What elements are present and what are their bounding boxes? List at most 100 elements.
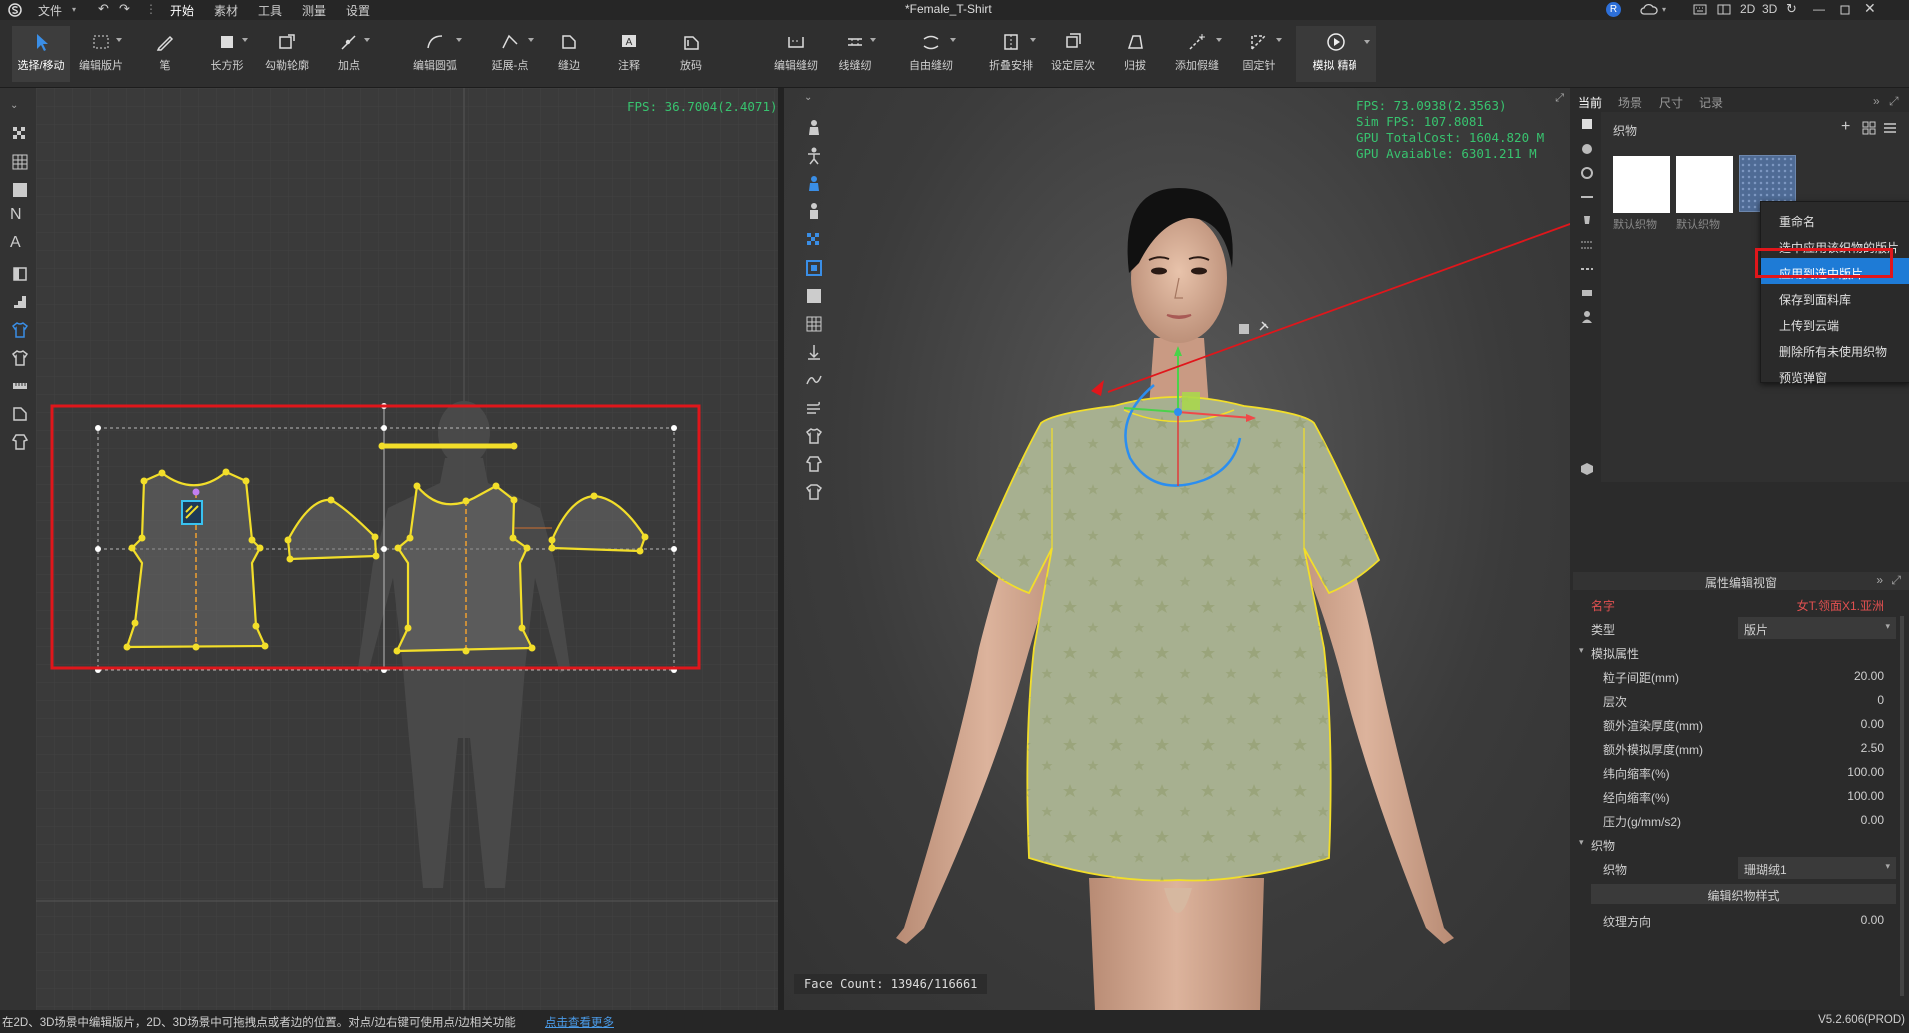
tool-fold-arrange[interactable]: 折叠安排 [978, 26, 1044, 82]
prop-value[interactable]: 0 [1877, 693, 1884, 707]
tab-current[interactable]: 当前 [1578, 94, 1602, 111]
pattern-2d-viewport[interactable]: ⌄ N A FPS: 36.7004(2.4071) [0, 88, 778, 1010]
close-icon[interactable]: ✕ [1864, 0, 1876, 17]
prop-value[interactable]: 20.00 [1854, 669, 1884, 683]
menu-start[interactable]: 开始 [170, 2, 194, 19]
tool-seam-allowance[interactable]: 缝边 [540, 26, 598, 82]
cube-icon[interactable] [1580, 462, 1594, 476]
texture-blue-icon[interactable] [804, 230, 824, 250]
menu-save-to-library[interactable]: 保存到面料库 [1761, 284, 1909, 310]
prop-value[interactable]: 2.50 [1861, 741, 1884, 755]
text-icon[interactable]: A [10, 234, 30, 254]
prop-value[interactable]: 0.00 [1861, 717, 1884, 731]
tool-edit-arc[interactable]: 编辑圆弧 [400, 26, 470, 82]
layout-icon[interactable] [1717, 4, 1731, 15]
grid-icon[interactable] [10, 152, 30, 172]
edit-fabric-style-button[interactable]: 编辑织物样式 [1591, 884, 1896, 904]
tab-history[interactable]: 记录 [1699, 94, 1723, 111]
garment-icon[interactable] [804, 454, 824, 474]
menu-measure[interactable]: 测量 [302, 2, 326, 19]
collapse-chevron-icon[interactable]: ⌄ [10, 100, 30, 120]
refresh-icon[interactable]: ↻ [1786, 1, 1797, 17]
fabric-select[interactable]: 珊瑚绒1 ▾ [1738, 857, 1896, 879]
double-chevron-icon[interactable]: » [1876, 573, 1883, 587]
expand-icon[interactable]: ⤢ [1891, 573, 1901, 588]
pose-icon[interactable] [804, 146, 824, 166]
collapse-chevron-icon[interactable]: ⌄ [804, 92, 824, 112]
add-fabric-icon[interactable]: + [1841, 118, 1850, 136]
texture-direction-value[interactable]: 0.00 [1861, 913, 1884, 927]
expand-icon[interactable]: ⤢ [1889, 94, 1899, 109]
menu-tools[interactable]: 工具 [258, 2, 282, 19]
notch-icon[interactable]: N [10, 206, 30, 226]
tool-pen[interactable]: 笔 [136, 26, 194, 82]
view-3d-button[interactable]: 3D [1762, 2, 1777, 16]
fabric-thumb-2[interactable] [1676, 156, 1733, 213]
tool-pin[interactable]: 固定针 [1228, 26, 1290, 82]
file-menu[interactable]: 文件 [38, 2, 62, 19]
name-value[interactable]: 女T.领面X1.亚洲 [1797, 597, 1884, 614]
wind-icon[interactable] [804, 398, 824, 418]
minimize-icon[interactable]: — [1813, 2, 1825, 16]
tag-category-icon[interactable] [1580, 286, 1594, 300]
seam-category-icon[interactable] [1580, 262, 1594, 276]
tab-scene[interactable]: 场景 [1618, 94, 1642, 111]
shirt-icon[interactable] [804, 426, 824, 446]
garment-icon[interactable] [10, 432, 30, 452]
tab-size[interactable]: 尺寸 [1659, 94, 1683, 111]
mesh-blue-icon[interactable] [804, 258, 824, 278]
avatar-blue-icon[interactable] [804, 174, 824, 194]
layer-icon[interactable] [10, 264, 30, 284]
checker-icon[interactable] [10, 124, 30, 144]
redo-icon[interactable]: ↷ [119, 1, 130, 17]
solid-icon[interactable] [804, 286, 824, 306]
pattern-outline-icon[interactable] [10, 404, 30, 424]
property-scrollbar[interactable] [1900, 616, 1904, 996]
trim-category-icon[interactable] [1580, 214, 1594, 228]
more-icon[interactable]: ⋮ [145, 2, 157, 16]
tool-set-layer[interactable]: 设定层次 [1042, 26, 1104, 82]
tool-trace-outline[interactable]: 勾勒轮廓 [258, 26, 316, 82]
tool-rectangle[interactable]: 长方形 [198, 26, 256, 82]
avatar-icon[interactable] [804, 118, 824, 138]
viewport-3d[interactable]: ⌄ FPS: 73.0938(2.3563) Sim FPS: 107.8081… [784, 88, 1570, 1010]
button-category-icon[interactable] [1580, 142, 1594, 156]
maximize-icon[interactable] [1840, 5, 1850, 15]
tool-free-sewing[interactable]: 自由缝纫 [898, 26, 964, 82]
zipper-category-icon[interactable] [1580, 190, 1594, 204]
strain-icon[interactable] [804, 370, 824, 390]
grid-view-icon[interactable] [1862, 121, 1876, 135]
shirt-outline-icon[interactable] [804, 482, 824, 502]
fill-icon[interactable] [10, 180, 30, 200]
menu-materials[interactable]: 素材 [214, 2, 238, 19]
prop-value[interactable]: 100.00 [1847, 789, 1884, 803]
ruler-icon[interactable] [10, 376, 30, 396]
fabric-category-icon[interactable] [1581, 118, 1593, 130]
fabric-section-row[interactable]: ▾ 织物 [1573, 832, 1898, 856]
avatar-category-icon[interactable] [1580, 310, 1594, 324]
tool-add-point[interactable]: 加点 [320, 26, 378, 82]
sim-section-row[interactable]: ▾ 模拟属性 [1573, 640, 1898, 664]
view-2d-button[interactable]: 2D [1740, 2, 1755, 16]
shirt-icon[interactable] [10, 348, 30, 368]
fabric-thumb-1[interactable] [1613, 156, 1670, 213]
type-select[interactable]: 版片 ▾ [1738, 617, 1896, 639]
tool-edit-pattern[interactable]: 编辑版片 [72, 26, 130, 82]
keyboard-icon[interactable] [1693, 4, 1707, 15]
learn-more-link[interactable]: 点击查看更多 [545, 1014, 614, 1030]
topstitch-category-icon[interactable] [1580, 238, 1594, 252]
menu-upload-cloud[interactable]: 上传到云端 [1761, 310, 1909, 336]
cloud-icon[interactable] [1640, 3, 1658, 16]
tool-shrink-stretch[interactable]: 归拔 [1106, 26, 1164, 82]
stairs-icon[interactable] [10, 292, 30, 312]
simulate-dropdown[interactable] [1356, 26, 1376, 82]
shirt-blue-icon[interactable] [10, 320, 30, 340]
double-chevron-icon[interactable]: » [1873, 94, 1880, 108]
undo-icon[interactable]: ↶ [98, 1, 109, 17]
tool-grading[interactable]: 放码 [662, 26, 720, 82]
tool-extend-point[interactable]: 延展-点 [478, 26, 542, 82]
menu-rename[interactable]: 重命名 [1761, 206, 1909, 232]
expand-icon[interactable]: ⤢ [1555, 92, 1564, 105]
prop-value[interactable]: 0.00 [1861, 813, 1884, 827]
menu-preview-popup[interactable]: 预览弹窗 [1761, 362, 1909, 388]
